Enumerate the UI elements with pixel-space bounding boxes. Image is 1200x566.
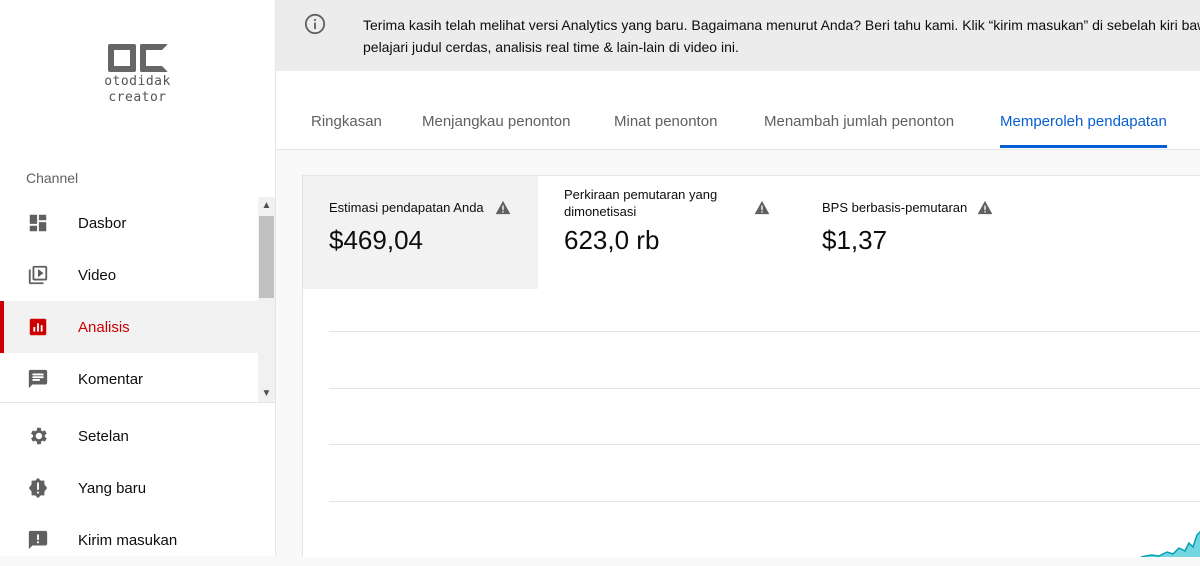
metric-label: BPS berbasis-pemutaran: [822, 200, 968, 215]
sidebar-lower-nav: Setelan Yang baru Kirim masukan: [0, 410, 258, 566]
sidebar-scrollbar[interactable]: ▲ ▼: [258, 197, 275, 402]
gear-icon: [26, 424, 50, 448]
analytics-tabs: Ringkasan Menjangkau penonton Minat peno…: [276, 71, 1200, 150]
sidebar-item-video[interactable]: Video: [0, 249, 258, 301]
logo-text-line2: creator: [108, 90, 167, 105]
scrollbar-thumb[interactable]: [259, 216, 274, 298]
sidebar-item-label: Setelan: [78, 427, 129, 445]
chart-gridline: [329, 444, 1200, 445]
sidebar-item-label: Komentar: [78, 370, 144, 388]
logo-c: [139, 44, 168, 72]
chart-gridline: [329, 331, 1200, 332]
banner-message: Terima kasih telah melihat versi Analyti…: [363, 14, 1200, 58]
sidebar-item-label: Analisis: [78, 318, 130, 336]
feedback-banner: Terima kasih telah melihat versi Analyti…: [276, 0, 1200, 71]
metric-estimated-revenue[interactable]: Estimasi pendapatan Anda $469,04: [303, 176, 538, 289]
metric-label: Perkiraan pemutaran yang dimonetisasi: [564, 186, 717, 220]
metric-label-line-2: dimonetisasi: [564, 204, 637, 219]
chart-series-fragment: [1141, 530, 1200, 557]
scroll-up-arrow[interactable]: ▲: [258, 197, 275, 214]
logo-text-line1: otodidak: [104, 74, 171, 89]
channel-logo[interactable]: otodidak creator: [100, 44, 175, 110]
video-library-icon: [26, 263, 50, 287]
feedback-icon: [26, 528, 50, 552]
logo-mark: [100, 44, 175, 72]
sidebar-item-analisis[interactable]: Analisis: [0, 301, 258, 353]
dashboard-icon: [26, 211, 50, 235]
sidebar-item-label: Video: [78, 266, 117, 284]
whats-new-icon: [26, 476, 50, 500]
metric-monetized-playbacks[interactable]: Perkiraan pemutaran yang dimonetisasi 62…: [539, 176, 789, 289]
chart-gridline: [329, 388, 1200, 389]
warning-icon[interactable]: [977, 200, 993, 215]
warning-icon[interactable]: [495, 200, 511, 215]
tab-memperoleh-pendapatan[interactable]: Memperoleh pendapatan: [1000, 113, 1167, 130]
info-icon: [304, 13, 326, 35]
sidebar-item-setelan[interactable]: Setelan: [0, 410, 258, 462]
metric-label-line-1: Perkiraan pemutaran yang: [564, 187, 718, 202]
banner-line-1: Terima kasih telah melihat versi Analyti…: [363, 17, 1200, 33]
metric-playback-cpm[interactable]: BPS berbasis-pemutaran $1,37: [797, 176, 1037, 289]
sidebar-item-label: Kirim masukan: [78, 531, 178, 549]
tab-minat-penonton[interactable]: Minat penonton: [614, 113, 717, 130]
sidebar-item-kirim-masukan[interactable]: Kirim masukan: [0, 514, 258, 566]
revenue-card: Estimasi pendapatan Anda $469,04 Perkira…: [302, 175, 1200, 557]
channel-section-label: Channel: [26, 170, 79, 186]
sidebar-item-label: Dasbor: [78, 214, 127, 232]
active-tab-indicator: [1000, 145, 1167, 148]
metric-label: Estimasi pendapatan Anda: [329, 200, 484, 215]
comment-icon: [26, 367, 50, 391]
logo-o: [107, 44, 136, 72]
scroll-down-arrow[interactable]: ▼: [258, 385, 275, 402]
sidebar-item-dasbor[interactable]: Dasbor: [0, 197, 258, 249]
sidebar-item-komentar[interactable]: Komentar: [0, 353, 258, 405]
banner-line-2: pelajari judul cerdas, analisis real tim…: [363, 39, 739, 55]
sidebar-item-label: Yang baru: [78, 479, 147, 497]
tab-menambah-jumlah-penonton[interactable]: Menambah jumlah penonton: [764, 113, 954, 130]
sidebar: otodidak creator Channel Dasbor Video An…: [0, 0, 276, 556]
sidebar-item-yang-baru[interactable]: Yang baru: [0, 462, 258, 514]
metric-value: $469,04: [329, 225, 423, 255]
metric-value: $1,37: [822, 225, 888, 255]
tab-menjangkau-penonton[interactable]: Menjangkau penonton: [422, 113, 570, 130]
sidebar-nav-scroll: Dasbor Video Analisis Komentar ▲ ▼: [0, 197, 275, 403]
tab-ringkasan[interactable]: Ringkasan: [311, 113, 382, 130]
metric-value: 623,0 rb: [564, 225, 660, 255]
analytics-icon: [26, 315, 50, 339]
warning-icon[interactable]: [754, 200, 770, 215]
chart-gridline: [329, 501, 1200, 502]
